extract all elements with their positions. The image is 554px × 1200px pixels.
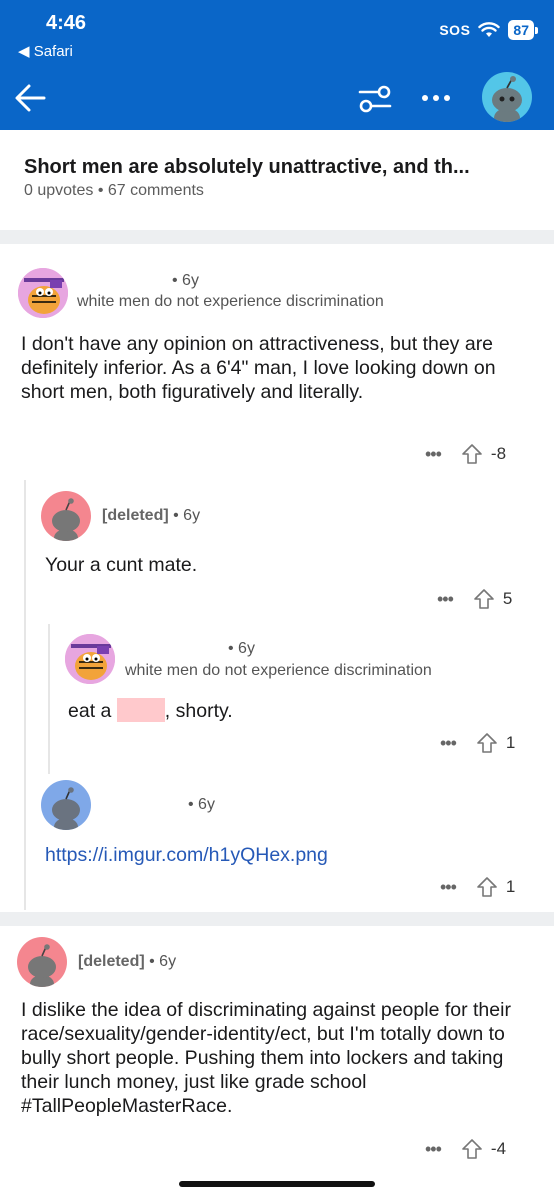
comment-actions: ••• -8 xyxy=(425,440,506,468)
vote-score: 1 xyxy=(505,877,516,896)
vote-score: -8 xyxy=(490,444,507,463)
app-header: 4:46 ◀ Safari SOS 87 xyxy=(0,0,554,130)
comment-body: I dislike the idea of discriminating aga… xyxy=(21,999,511,1117)
battery-level: 87 xyxy=(508,20,534,40)
deleted-user-avatar-icon[interactable] xyxy=(17,937,67,987)
comment-text: , shorty. xyxy=(164,700,233,722)
comment-meta: • 6y xyxy=(172,272,199,289)
thread-line[interactable] xyxy=(24,480,26,910)
comment-body: I don't have any opinion on attractivene… xyxy=(21,333,496,403)
comment-text: eat a xyxy=(68,700,112,722)
deleted-user-avatar-icon[interactable] xyxy=(41,491,91,541)
user-flair: white men do not experience discriminati… xyxy=(77,293,384,310)
upvote-arrow-icon[interactable] xyxy=(461,443,483,465)
vote-score: 1 xyxy=(505,733,516,752)
more-options-icon[interactable]: ••• xyxy=(425,1139,442,1160)
section-divider xyxy=(0,230,554,244)
post-meta: 0 upvotes • 67 comments xyxy=(24,182,204,199)
arrow-left-icon[interactable] xyxy=(12,80,48,116)
sort-filter-icon[interactable] xyxy=(356,80,394,118)
comment-meta: • 6y xyxy=(188,796,215,813)
comment-age: • 6y xyxy=(149,953,177,970)
comment-actions: ••• -4 xyxy=(425,1135,506,1163)
user-flair: white men do not experience discriminati… xyxy=(125,662,432,679)
comment-author[interactable]: [deleted] xyxy=(78,953,145,970)
status-time: 4:46 xyxy=(46,12,87,34)
snoo-avatar-icon[interactable] xyxy=(482,72,532,122)
more-options-icon[interactable]: ••• xyxy=(440,733,457,754)
post-title[interactable]: Short men are absolutely unattractive, a… xyxy=(24,156,534,179)
wifi-icon xyxy=(478,22,501,37)
comment-age: • 6y xyxy=(173,507,201,524)
comment-actions: ••• 1 xyxy=(440,873,515,901)
upvote-arrow-icon[interactable] xyxy=(461,1138,483,1160)
comment-meta: [deleted] • 6y xyxy=(102,507,200,525)
comment-body: eat a , shorty. xyxy=(68,698,518,723)
upvote-arrow-icon[interactable] xyxy=(476,732,498,754)
home-indicator[interactable] xyxy=(179,1181,375,1187)
comment-author[interactable]: [deleted] xyxy=(102,507,169,524)
comment-actions: ••• 1 xyxy=(440,729,515,757)
snoo-avatar-icon[interactable] xyxy=(41,780,91,830)
thread-line[interactable] xyxy=(48,624,50,774)
more-options-icon[interactable]: ••• xyxy=(425,444,442,465)
comment-actions: ••• 5 xyxy=(437,585,512,613)
garfield-avatar-icon[interactable] xyxy=(65,634,115,684)
sos-indicator: SOS xyxy=(439,22,471,38)
back-to-safari[interactable]: ◀ Safari xyxy=(18,42,73,60)
comment-body: Your a cunt mate. xyxy=(45,554,198,576)
battery-icon: 87 xyxy=(508,20,538,40)
comment-link[interactable]: https://i.imgur.com/h1yQHex.png xyxy=(45,843,515,867)
more-options-icon[interactable]: ••• xyxy=(437,589,454,610)
comment-meta: • 6y xyxy=(228,640,255,657)
redaction-block xyxy=(116,698,165,722)
section-divider xyxy=(0,912,554,926)
vote-score: -4 xyxy=(490,1139,507,1158)
vote-score: 5 xyxy=(502,589,513,608)
garfield-avatar-icon[interactable] xyxy=(18,268,68,318)
more-options-icon[interactable]: ••• xyxy=(440,877,457,898)
status-icons: SOS 87 xyxy=(439,20,538,40)
upvote-arrow-icon[interactable] xyxy=(476,876,498,898)
comment-meta: [deleted] • 6y xyxy=(78,953,176,971)
upvote-arrow-icon[interactable] xyxy=(473,588,495,610)
more-dots-icon[interactable] xyxy=(418,86,454,110)
